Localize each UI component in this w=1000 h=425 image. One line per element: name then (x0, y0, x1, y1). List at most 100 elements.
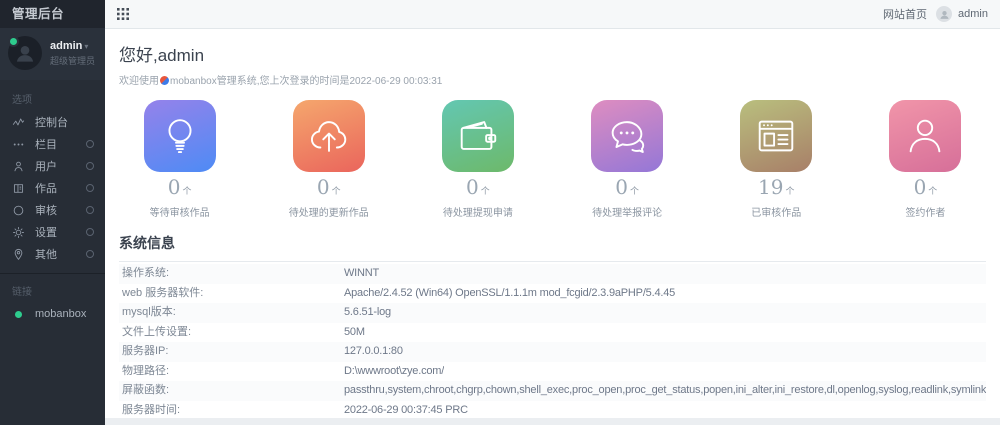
sidebar-item-review[interactable]: 审核 (0, 199, 105, 221)
sidebar: 管理后台 admin ▾ 超级管理员 选项 控制台 栏目 用户 作品 审核 设置 其他 链接 mob… (0, 0, 105, 425)
sidebar-menu: 选项 控制台 栏目 用户 作品 审核 设置 其他 链接 mobanbox (0, 80, 105, 425)
sidebar-item-label: mobanbox (35, 308, 87, 320)
stat-card-pending-withdrawals[interactable]: 0 个待处理提现申请 (403, 100, 552, 219)
chevron-down-icon: ▾ (84, 41, 89, 51)
chat-icon (591, 100, 664, 172)
gear-icon (12, 225, 26, 239)
stat-label: 已审核作品 (751, 208, 802, 219)
stat-unit: 个 (331, 186, 341, 196)
stat-unit: 个 (629, 186, 639, 196)
expand-circle-icon (86, 184, 94, 192)
pulse-icon (12, 115, 26, 129)
stat-card-pending-update-works[interactable]: 0 个待处理的更新作品 (254, 100, 403, 219)
sidebar-item-label: 控制台 (35, 117, 68, 129)
expand-circle-icon (86, 228, 94, 236)
green-dot-icon (12, 307, 26, 321)
browser-icon (740, 100, 813, 172)
system-info-label: web 服务器软件: (122, 286, 204, 299)
pin-icon (12, 247, 26, 261)
stat-unit: 个 (928, 186, 938, 196)
stat-label: 签约作者 (905, 208, 946, 219)
sidebar-item-label: 作品 (35, 183, 57, 195)
stat-value: 19 个 (758, 175, 795, 199)
wallet-icon (441, 100, 514, 172)
system-info-label: 屏蔽函数: (122, 384, 170, 396)
stat-value: 0个 (167, 175, 192, 199)
system-info-value: Apache/2.4.52 (Win64) OpenSSL/1.1.1m mod… (344, 286, 676, 299)
sidebar-item-label: 用户 (35, 161, 57, 173)
stat-unit: 个 (182, 186, 192, 196)
sidebar-item-other[interactable]: 其他 (0, 243, 105, 265)
system-info-label: 服务器时间: (122, 403, 181, 416)
sidebar-username[interactable]: admin ▾ (50, 40, 95, 52)
system-info-row: web 服务器软件: Apache/2.4.52 (Win64) OpenSSL/… (119, 284, 986, 304)
section-title: 系统信息 (119, 233, 986, 262)
content-panel: 您好,admin 欢迎使用 mobanbox管理系统,您上次登录的时间是2022-… (105, 29, 1000, 418)
stat-card-pending-review-works[interactable]: 0 个等待审核作品 (105, 100, 254, 219)
stat-value: 0个 (615, 175, 639, 199)
system-info-label: 操作系统: (122, 267, 170, 279)
apps-grid-icon[interactable] (117, 8, 129, 20)
stat-value: 0个 (316, 175, 341, 199)
stat-label: 待处理举报评论 (592, 208, 663, 219)
avatar (8, 36, 42, 70)
brand-logo-icon (160, 76, 169, 85)
sidebar-user-box[interactable]: admin ▾ 超级管理员 (0, 28, 105, 80)
system-info-label: mysql版本: (122, 306, 176, 318)
topbar: 网站首页 admin (105, 0, 1000, 29)
sidebar-item-dashboard[interactable]: 控制台 (0, 111, 105, 133)
stat-card-signed-authors[interactable]: 0 个签约作者 (851, 100, 1000, 219)
expand-circle-icon (86, 250, 94, 258)
stat-card-reported-comments[interactable]: 0 个待处理举报评论 (553, 100, 702, 219)
person-icon (889, 100, 962, 172)
welcome-message: 欢迎使用 mobanbox管理系统,您上次登录的时间是2022-06-29 00:… (119, 76, 443, 87)
system-info-row: 文件上传设置: 50M (119, 323, 986, 343)
main-column: 网站首页 admin 您好,admin 欢迎使用 mobanbox管理系统,您上次… (105, 0, 1000, 425)
sidebar-section-label: 选项 (12, 95, 32, 106)
sidebar-item-works[interactable]: 作品 (0, 177, 105, 199)
user-avatar-icon (936, 6, 953, 22)
stat-card-reviewed-works[interactable]: 19 个已审核作品 (702, 100, 851, 219)
system-info-value: WINNT (344, 267, 380, 279)
system-info-section: 系统信息 操作系统: WINNT web 服务器软件: Apache/2.4.52 (… (105, 221, 1000, 418)
system-info-row: 操作系统: WINNT (119, 264, 986, 284)
app-title: 管理后台 (0, 0, 105, 28)
system-info-value: passthru,system,chroot,chgrp,chown,shell… (344, 384, 986, 396)
stat-unit: 个 (480, 186, 490, 196)
user-icon (12, 159, 26, 173)
site-home-link[interactable]: 网站首页 (883, 6, 927, 22)
expand-circle-icon (86, 162, 94, 170)
system-info-value: 50M (344, 325, 365, 338)
sidebar-item-columns[interactable]: 栏目 (0, 133, 105, 155)
online-status-dot-icon (8, 36, 19, 47)
system-info-value: 127.0.0.1:80 (344, 345, 403, 357)
sidebar-item-label: 审核 (35, 205, 57, 217)
expand-circle-icon (86, 140, 94, 148)
topbar-user-menu[interactable]: admin (936, 6, 988, 22)
sidebar-item-label: 其他 (35, 249, 57, 261)
system-info-value: 2022-06-29 00:37:45 PRC (344, 403, 468, 416)
greeting-block: 您好,admin 欢迎使用 mobanbox管理系统,您上次登录的时间是2022-… (105, 29, 1000, 87)
system-info-row: 物理路径: D:\wwwroot\zye.com/ (119, 362, 986, 382)
sidebar-item-settings[interactable]: 设置 (0, 221, 105, 243)
system-info-label: 文件上传设置: (122, 325, 192, 338)
stat-label: 待处理的更新作品 (288, 208, 369, 219)
stat-value: 0个 (466, 175, 490, 199)
sidebar-item-mobanbox[interactable]: mobanbox (0, 303, 105, 325)
system-info-label: 物理路径: (122, 364, 170, 377)
stat-value: 0个 (913, 175, 938, 199)
sidebar-user-role: 超级管理员 (50, 55, 96, 66)
stat-unit: 个 (785, 186, 795, 196)
system-info-row: mysql版本: 5.6.51-log (119, 303, 986, 323)
expand-circle-icon (86, 206, 94, 214)
system-info-table: 操作系统: WINNT web 服务器软件: Apache/2.4.52 (Win64… (119, 264, 986, 418)
sidebar-item-label: 栏目 (35, 139, 57, 151)
sidebar-item-users[interactable]: 用户 (0, 155, 105, 177)
dots-icon (12, 137, 26, 151)
user-meta: admin ▾ 超级管理员 (50, 40, 95, 67)
cloud-upload-icon (292, 100, 365, 172)
system-info-label: 服务器IP: (122, 345, 169, 357)
stat-label: 待处理提现申请 (442, 208, 513, 219)
page-title: 您好,admin (119, 46, 205, 65)
system-info-row: 服务器时间: 2022-06-29 00:37:45 PRC (119, 401, 986, 419)
